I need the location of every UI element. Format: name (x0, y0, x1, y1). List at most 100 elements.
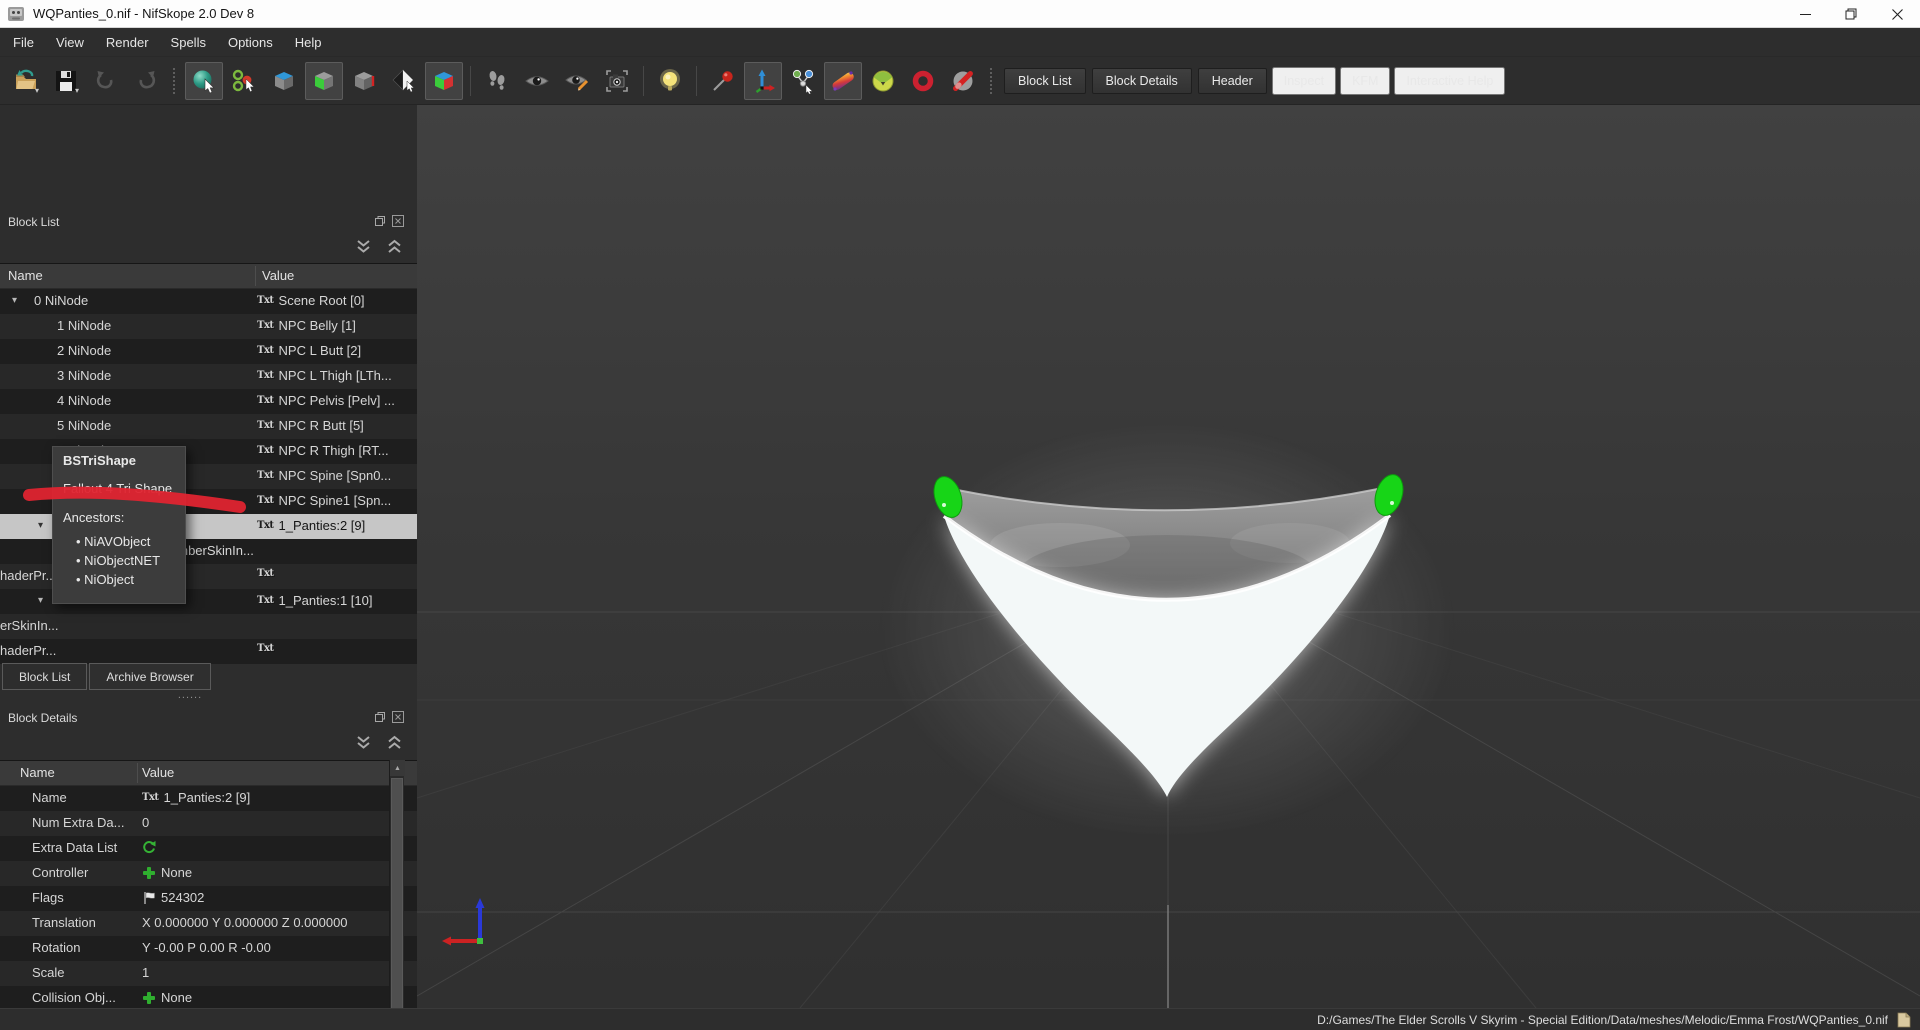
viewport-3d[interactable] (417, 105, 1920, 1008)
menu-render[interactable]: Render (95, 30, 160, 55)
menu-view[interactable]: View (45, 30, 95, 55)
tree-row-5-ninode[interactable]: 5 NiNodeTxtNPC R Butt [5] (0, 414, 417, 439)
detail-row-controller[interactable]: ControllerNone (0, 861, 417, 886)
expand-arrow-icon[interactable]: ▾ (38, 521, 43, 531)
panties-mesh[interactable] (877, 420, 1457, 840)
tree-row-1-ninode[interactable]: 1 NiNodeTxtNPC Belly [1] (0, 314, 417, 339)
menu-spells[interactable]: Spells (160, 30, 217, 55)
dropdown-arrow-icon[interactable]: ▾ (35, 86, 39, 95)
column-divider[interactable] (255, 266, 256, 286)
scrollbar-thumb[interactable] (391, 778, 403, 1030)
red-ring-button[interactable] (904, 62, 942, 100)
tree-row-value-text: NPC R Thigh [RT... (279, 443, 389, 458)
column-header-value[interactable]: Value (142, 765, 174, 780)
tooltip-ancestors-list: NiAVObjectNiObjectNETNiObject (63, 532, 175, 589)
block-details-pane-icons (374, 711, 404, 723)
collapse-all-icon[interactable] (386, 239, 403, 254)
tree-row-0-ninode[interactable]: ▾0 NiNodeTxtScene Root [0] (0, 289, 417, 314)
menu-help[interactable]: Help (284, 30, 333, 55)
detail-row-value-text: 0 (142, 815, 149, 830)
maximize-button[interactable] (1828, 0, 1874, 28)
vertical-scrollbar[interactable]: ▲ ▼ (389, 760, 404, 1030)
eye-edit-button[interactable] (558, 62, 596, 100)
tree-row-name: 0 NiNode (34, 293, 88, 308)
toolbar-button-block-details[interactable]: Block Details (1092, 68, 1192, 94)
block-details-header[interactable]: Name Value (0, 761, 417, 786)
redo-button[interactable] (127, 62, 165, 100)
save-file-button[interactable]: ▾ (47, 62, 85, 100)
detail-row-num-extra-da[interactable]: Num Extra Da...0 (0, 811, 417, 836)
float-panel-icon[interactable] (374, 711, 386, 723)
cube-blue-top-button[interactable] (265, 62, 303, 100)
float-panel-icon[interactable] (374, 215, 386, 227)
move-axes-button[interactable] (744, 62, 782, 100)
detail-row-name: Flags (32, 890, 64, 905)
gradient-bar-icon (830, 68, 856, 94)
disable-slash-button[interactable] (944, 62, 982, 100)
tree-row-value: Txt (257, 643, 274, 654)
tree-row-value: TxtNPC Pelvis [Pelv] ... (257, 393, 395, 408)
column-divider[interactable] (137, 763, 138, 783)
detail-row-value-text: 1_Panties:2 [9] (164, 790, 251, 805)
toolbar-button-block-list[interactable]: Block List (1004, 68, 1086, 94)
minimize-button[interactable] (1782, 0, 1828, 28)
close-panel-icon[interactable] (392, 711, 404, 723)
cube-green-face-button[interactable] (305, 62, 343, 100)
gradient-bar-button[interactable] (824, 62, 862, 100)
expand-arrow-icon[interactable]: ▾ (38, 596, 43, 606)
menu-file[interactable]: File (2, 30, 45, 55)
collapse-all-icon[interactable] (386, 735, 403, 750)
tree-row-fragment-erskinin[interactable]: erSkinIn... (0, 614, 417, 639)
tree-row-name: 2 NiNode (57, 343, 111, 358)
open-file-button[interactable]: ▾ (7, 62, 45, 100)
column-header-name[interactable]: Name (20, 765, 55, 780)
tree-row-2-ninode[interactable]: 2 NiNodeTxtNPC L Butt [2] (0, 339, 417, 364)
txt-type-icon: Txt (257, 470, 274, 481)
splitter-handle[interactable]: ...... (150, 690, 230, 700)
toolbar-button-inspect[interactable]: Inspect (1272, 67, 1336, 95)
close-button[interactable] (1874, 0, 1920, 28)
toolbar-button-header[interactable]: Header (1198, 68, 1267, 94)
colored-cube-button[interactable] (425, 62, 463, 100)
eye-button[interactable] (518, 62, 556, 100)
column-header-name[interactable]: Name (8, 268, 43, 283)
tree-row-fragment-haderpr[interactable]: haderPr...Txt (0, 639, 417, 664)
lightbulb-button[interactable] (651, 62, 689, 100)
block-list-header[interactable]: Name Value (0, 264, 417, 289)
column-header-value[interactable]: Value (262, 268, 294, 283)
toolbar-button-kfm[interactable]: KFM (1340, 67, 1390, 95)
select-object-sphere-button[interactable] (185, 62, 223, 100)
flag-icon (142, 891, 156, 905)
expand-all-icon[interactable] (355, 735, 372, 750)
colored-cube-icon (431, 68, 457, 94)
tree-row-4-ninode[interactable]: 4 NiNodeTxtNPC Pelvis [Pelv] ... (0, 389, 417, 414)
dock-tab-block-list[interactable]: Block List (2, 663, 87, 690)
pin-button[interactable] (704, 62, 742, 100)
cube-red-edge-button[interactable] (345, 62, 383, 100)
toolbar-button-interactive-help[interactable]: Interactive Help (1394, 67, 1505, 95)
detail-row-value-text: 524302 (161, 890, 204, 905)
detail-row-translation[interactable]: TranslationX 0.000000 Y 0.000000 Z 0.000… (0, 911, 417, 936)
menu-options[interactable]: Options (217, 30, 284, 55)
select-vertex-button[interactable] (225, 62, 263, 100)
half-diamond-button[interactable] (385, 62, 423, 100)
detail-row-extra-data-list[interactable]: Extra Data List (0, 836, 417, 861)
expand-arrow-icon[interactable]: ▾ (12, 296, 17, 306)
tree-row-value: Txt1_Panties:2 [9] (257, 518, 365, 533)
footprints-button[interactable] (478, 62, 516, 100)
scroll-up-icon[interactable]: ▲ (390, 760, 405, 776)
dropdown-arrow-icon[interactable]: ▾ (75, 86, 79, 95)
tree-row-value-text: NPC Spine1 [Spn... (279, 493, 392, 508)
node-graph-button[interactable] (784, 62, 822, 100)
tree-row-3-ninode[interactable]: 3 NiNodeTxtNPC L Thigh [LTh... (0, 364, 417, 389)
detail-row-scale[interactable]: Scale1 (0, 961, 417, 986)
detail-row-name[interactable]: NameTxt1_Panties:2 [9] (0, 786, 417, 811)
dock-tab-archive-browser[interactable]: Archive Browser (89, 663, 210, 690)
expand-all-icon[interactable] (355, 239, 372, 254)
undo-button[interactable] (87, 62, 125, 100)
close-panel-icon[interactable] (392, 215, 404, 227)
screenshot-button[interactable] (598, 62, 636, 100)
detail-row-flags[interactable]: Flags 524302 (0, 886, 417, 911)
gauge-button[interactable] (864, 62, 902, 100)
detail-row-rotation[interactable]: RotationY -0.00 P 0.00 R -0.00 (0, 936, 417, 961)
